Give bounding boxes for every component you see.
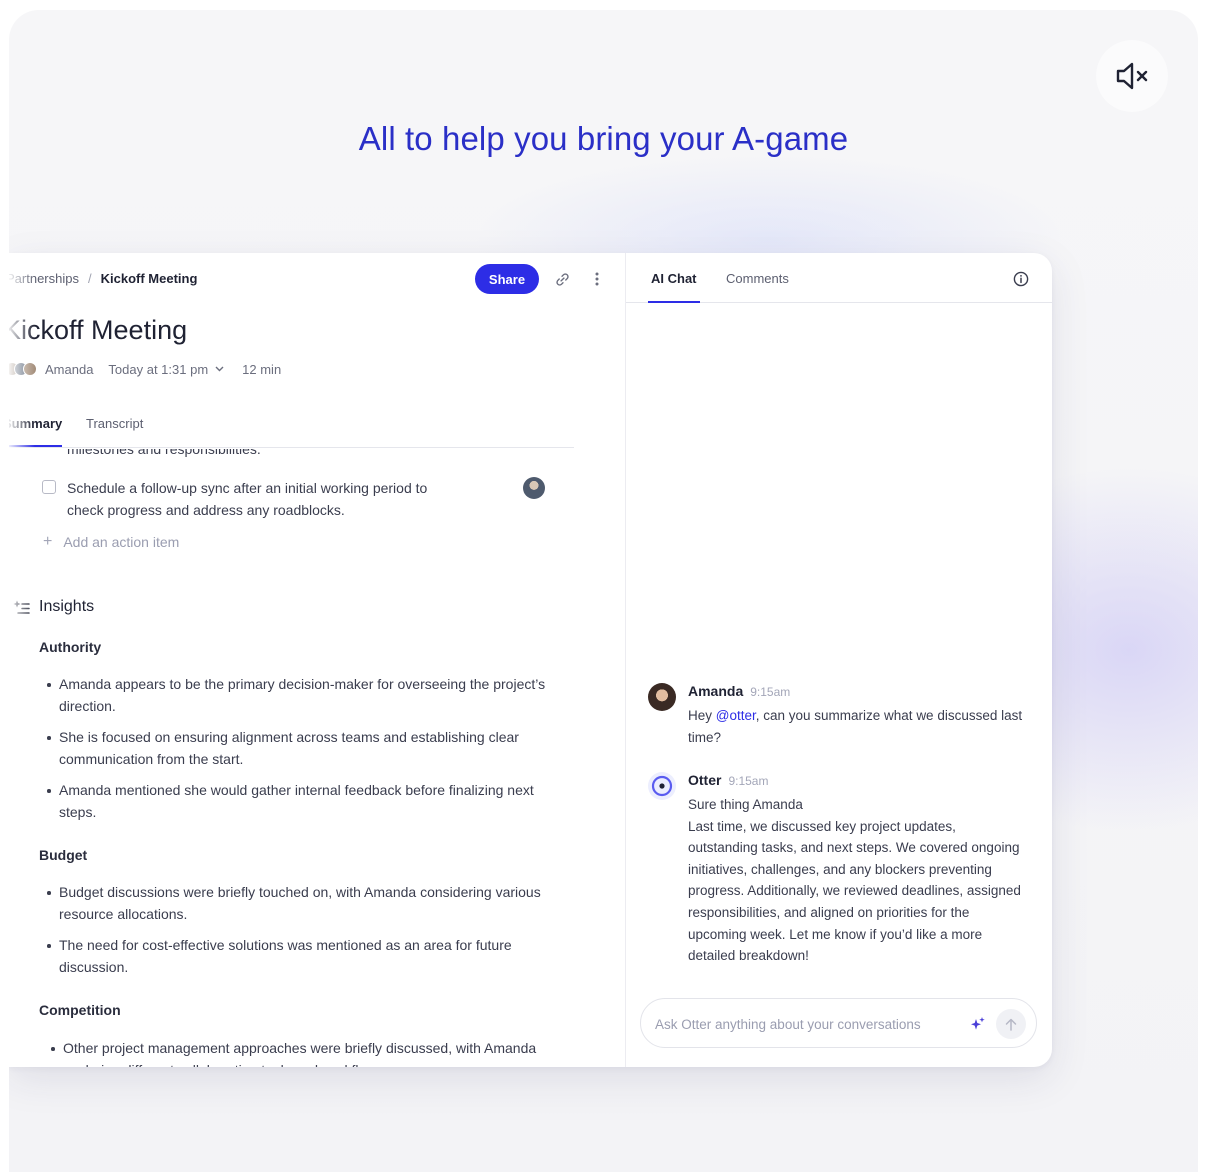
message-body: Last time, we discussed key project upda… xyxy=(688,818,1021,964)
assignee-avatar[interactable] xyxy=(523,477,545,499)
chat-panel: AI Chat Comments Amanda 9:15am Hey @otter… xyxy=(626,253,1052,1067)
info-icon xyxy=(1013,271,1029,287)
action-item-text[interactable]: Schedule a follow-up sync after an initi… xyxy=(67,477,467,521)
chat-tabs: AI Chat Comments xyxy=(626,253,1052,303)
message-text: Sure thing Amanda Last time, we discussed… xyxy=(688,794,1028,967)
notes-panel: Partnerships / Kickoff Meeting Share Kicko… xyxy=(9,253,626,1067)
copy-link-button[interactable] xyxy=(550,267,574,291)
app-window: Partnerships / Kickoff Meeting Share Kicko… xyxy=(9,253,1052,1067)
avatar xyxy=(648,683,676,711)
sparkle-icon xyxy=(971,1017,985,1030)
list-item: Amanda appears to be the primary decisio… xyxy=(47,673,547,717)
meeting-datetime: Today at 1:31 pm xyxy=(108,361,209,377)
message-greeting: Sure thing Amanda xyxy=(688,797,803,812)
list-item: Budget discussions were briefly touched … xyxy=(47,881,547,925)
send-button[interactable] xyxy=(996,1009,1026,1039)
headline: All to help you bring your A-game xyxy=(358,120,849,157)
list-item: Amanda mentioned she would gather intern… xyxy=(47,779,547,823)
otter-avatar xyxy=(648,772,676,800)
section-title-authority: Authority xyxy=(39,639,102,655)
tab-ai-chat[interactable]: AI Chat xyxy=(648,271,699,303)
otter-logo-icon xyxy=(651,775,673,797)
add-action-item-button[interactable]: + Add an action item xyxy=(43,533,179,551)
authority-bullets: Amanda appears to be the primary decisio… xyxy=(47,673,547,832)
list-item: Other project management approaches were… xyxy=(51,1037,551,1067)
meeting-datetime-dropdown[interactable]: Today at 1:31 pm xyxy=(108,362,224,377)
more-options-button[interactable] xyxy=(588,267,606,291)
list-item: She is focused on ensuring alignment acr… xyxy=(47,726,547,770)
meeting-duration: 12 min xyxy=(242,361,282,377)
note-tabs: Summary Transcript xyxy=(9,416,574,448)
message-author: Otter xyxy=(688,772,722,788)
insights-heading: Insights xyxy=(13,598,94,616)
chevron-down-icon xyxy=(215,366,224,372)
list-item: The need for cost-effective solutions wa… xyxy=(47,934,547,978)
plus-icon: + xyxy=(43,533,53,550)
promo-stage: All to help you bring your A-game Partne… xyxy=(9,10,1198,1172)
sparkle-list-icon xyxy=(13,600,30,614)
action-item-checkbox[interactable] xyxy=(42,480,56,494)
meeting-title: Kickoff Meeting xyxy=(9,315,188,345)
competition-bullets: Other project management approaches were… xyxy=(51,1037,551,1067)
add-action-item-label: Add an action item xyxy=(63,534,180,550)
mention-link[interactable]: @otter xyxy=(716,708,756,723)
message-time: 9:15am xyxy=(728,774,769,788)
summary-content[interactable]: milestones and responsibilities. Schedul… xyxy=(9,449,625,1067)
section-title-competition: Competition xyxy=(39,1002,121,1018)
ai-suggest-button[interactable] xyxy=(967,1013,989,1035)
breadcrumb: Partnerships / Kickoff Meeting xyxy=(9,271,197,286)
section-title-budget: Budget xyxy=(39,847,88,863)
message-time: 9:15am xyxy=(750,685,791,699)
mute-button[interactable] xyxy=(1096,40,1168,112)
chat-message-otter: Otter 9:15am Sure thing Amanda Last time, … xyxy=(648,772,1028,972)
truncated-text: milestones and responsibilities. xyxy=(67,449,261,457)
speaker-muted-icon xyxy=(1116,62,1148,90)
breadcrumb-separator: / xyxy=(87,271,92,286)
meeting-meta: Amanda Today at 1:31 pm 12 min xyxy=(9,361,281,377)
tab-comments[interactable]: Comments xyxy=(726,271,789,286)
chat-input-box xyxy=(640,998,1037,1048)
link-icon xyxy=(555,272,569,286)
meeting-owner: Amanda xyxy=(45,361,94,377)
info-button[interactable] xyxy=(1011,269,1031,289)
participant-avatars[interactable] xyxy=(9,362,37,376)
tab-transcript[interactable]: Transcript xyxy=(86,416,143,431)
insights-title: Insights xyxy=(39,598,95,615)
message-text: Hey @otter, can you summarize what we di… xyxy=(688,708,1023,745)
chat-message-amanda: Amanda 9:15am Hey @otter, can you summari… xyxy=(648,683,1028,753)
tab-summary[interactable]: Summary xyxy=(9,416,63,447)
breadcrumb-parent[interactable]: Partnerships xyxy=(9,271,79,286)
chat-input[interactable] xyxy=(655,1013,955,1035)
share-button[interactable]: Share xyxy=(475,264,539,294)
more-vertical-icon xyxy=(595,272,599,286)
arrow-up-icon xyxy=(1005,1018,1017,1031)
breadcrumb-current: Kickoff Meeting xyxy=(100,271,198,286)
budget-bullets: Budget discussions were briefly touched … xyxy=(47,881,547,987)
message-author: Amanda xyxy=(688,683,744,699)
